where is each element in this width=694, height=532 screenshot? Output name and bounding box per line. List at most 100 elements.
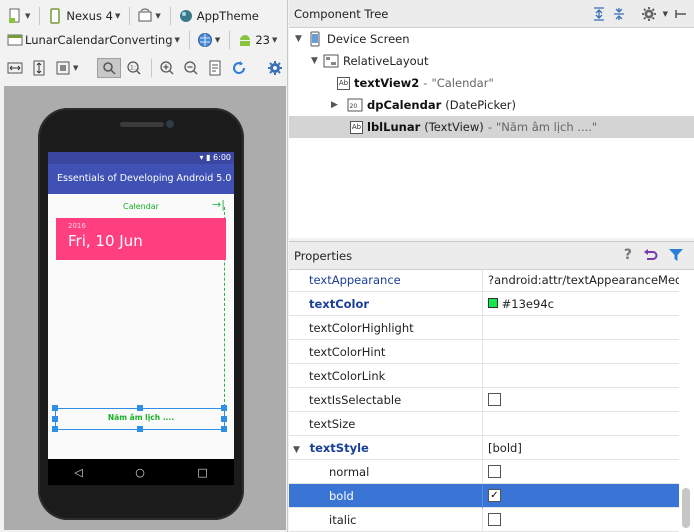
locale-selector[interactable]: ▼ [194,30,223,50]
property-value[interactable] [483,316,679,340]
property-row-textcolorhint[interactable]: textColorHint [289,339,679,364]
tree-node-relativelayout[interactable]: ▼ RelativeLayout [311,50,428,72]
property-name-cell: ▼ textStyle [289,435,483,460]
rotate-device-icon [138,8,152,22]
device-screen-icon [310,31,320,47]
properties-scrollbar[interactable] [682,488,690,528]
zoom-out-icon [183,61,198,75]
tree-node-dpcalendar[interactable]: ▶ 20 dpCalendar (DatePicker) [331,94,516,116]
device-speaker [120,122,164,127]
expand-arrow-icon[interactable]: ▼ [311,56,323,66]
property-row-textisselectable[interactable]: textIsSelectable [289,387,679,412]
checkbox[interactable] [488,464,501,478]
property-row-textcolorhighlight[interactable]: textColorHighlight [289,315,679,340]
property-value-cell[interactable] [483,508,679,532]
collapse-all-icon[interactable] [611,6,627,22]
expand-horizontal-icon [7,62,23,74]
property-row-textcolorlink[interactable]: textColorLink [289,363,679,388]
svg-text:20: 20 [350,103,358,110]
help-icon[interactable]: ? [624,247,632,263]
resize-handle-mid-right[interactable] [221,416,227,422]
document-icon [209,60,221,76]
property-value[interactable] [483,412,679,436]
resize-handle-top-left[interactable] [52,405,58,411]
tree-node-separator: - [487,120,492,134]
collapsed-arrow-icon[interactable]: ▶ [331,100,343,110]
screenshot-button[interactable] [204,58,226,78]
property-value-cell[interactable] [483,388,679,412]
hide-panel-icon[interactable] [672,6,688,22]
nav-home-icon[interactable]: ○ [135,466,145,479]
textview-icon: Ab [337,76,350,90]
resize-handle-bottom-right[interactable] [221,426,227,432]
property-value-cell[interactable] [483,460,679,484]
property-row-textsize[interactable]: textSize [289,411,679,436]
api-level-selector[interactable]: 23 ▼ [234,30,280,50]
property-value[interactable] [483,340,679,364]
expand-horizontal-button[interactable] [4,58,26,78]
component-tree-panel: Component Tree ▼ ▼ Device Screen ▼ Relat… [289,0,694,238]
toolbar-separator [129,7,131,25]
property-row-normal[interactable]: normal [289,459,679,484]
reset-icon[interactable] [642,247,658,263]
resize-handle-mid-left[interactable] [52,416,58,422]
status-bar: ▾ ▮ 6:00 [48,152,234,164]
layout-options-button[interactable]: ▼ [52,58,81,78]
property-value[interactable] [483,364,679,388]
activity-selector[interactable]: LunarCalendarConverting ▼ [4,30,183,50]
expand-arrow-icon[interactable]: ▼ [295,34,307,44]
color-swatch[interactable] [488,298,498,308]
editor-toolbar-row-2: LunarCalendarConverting ▼ ▼ 23 ▼ [0,28,288,52]
app-bar: Essentials of Developing Android 5.0 [48,164,234,194]
nav-back-icon[interactable]: ◁ [74,466,82,479]
tree-node-textview2[interactable]: Ab textView2 - "Calendar" [337,72,494,94]
property-value-cell[interactable]: #13e94c [483,292,679,316]
property-name: textColorLink [289,363,483,388]
gear-icon [268,61,282,75]
device-selector[interactable]: Nexus 4 ▼ [44,6,123,26]
property-value-cell[interactable]: ✓ [483,484,679,508]
property-row-textstyle[interactable]: ▼ textStyle [bold] [289,435,679,460]
design-canvas[interactable]: ▾ ▮ 6:00 Essentials of Developing Androi… [4,86,286,530]
palette-toggle-button[interactable]: ▼ [4,6,33,26]
expand-all-icon[interactable] [591,6,607,22]
property-value[interactable]: ?android:attr/textAppearanceMediur [483,268,679,292]
filter-icon[interactable] [668,247,684,263]
zoom-out-button[interactable] [180,58,202,78]
resize-handle-top-right[interactable] [221,405,227,411]
textview-calendar[interactable]: Calendar [48,202,234,211]
resize-handle-top-center[interactable] [137,405,143,411]
tree-node-lbllunar[interactable]: Ab lblLunar (TextView) - "Năm âm lịch ..… [289,116,694,138]
refresh-button[interactable] [228,58,250,78]
property-name: textIsSelectable [289,387,483,412]
resize-handle-bottom-left[interactable] [52,426,58,432]
property-row-textappearance[interactable]: textAppearance ?android:attr/textAppeara… [289,267,679,292]
property-row-italic[interactable]: italic [289,507,679,532]
expand-arrow-icon[interactable]: ▼ [293,445,300,455]
zoom-in-button[interactable] [156,58,178,78]
property-row-textcolor[interactable]: textColor #13e94c [289,291,679,316]
device-screen[interactable]: ▾ ▮ 6:00 Essentials of Developing Androi… [48,152,234,459]
toolbar-separator [229,31,231,49]
zoom-fit-button[interactable]: 1:1 [123,58,145,78]
gear-icon[interactable] [641,6,657,22]
theme-label: AppTheme [196,9,259,23]
tree-node-label: Device Screen [327,32,410,46]
resize-handle-bottom-center[interactable] [137,426,143,432]
nav-recent-icon[interactable]: □ [197,466,207,479]
date-picker-header[interactable]: 2016 Fri, 10 Jun [56,218,226,260]
expand-vertical-button[interactable] [28,58,50,78]
tree-node-device-screen[interactable]: ▼ Device Screen [295,28,410,50]
property-value[interactable]: [bold] [483,436,679,460]
theme-selector[interactable]: AppTheme [175,6,262,26]
editor-settings-button[interactable] [264,58,286,78]
checkbox-checked[interactable]: ✓ [488,488,501,502]
checkbox[interactable] [488,392,501,406]
textview-lunar-selected[interactable]: Năm âm lịch .... [52,405,227,432]
property-row-bold[interactable]: bold ✓ [289,483,679,508]
zoom-actual-button[interactable] [96,58,121,78]
textview-icon: Ab [350,120,363,134]
orientation-button[interactable]: ▼ [134,6,163,26]
checkbox[interactable] [488,512,501,526]
navigation-bar: ◁ ○ □ [48,459,234,485]
